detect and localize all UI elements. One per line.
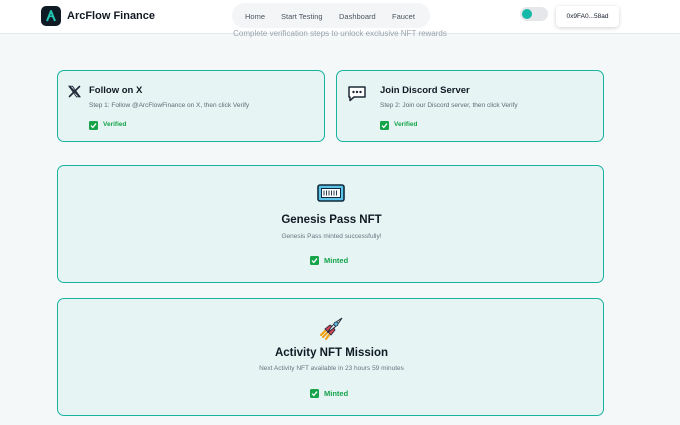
ticket-icon [316, 182, 346, 209]
check-icon [310, 389, 319, 398]
nft-title: Genesis Pass NFT [281, 214, 382, 226]
nav-start-testing[interactable]: Start Testing [281, 12, 323, 21]
nft-card-genesis-pass: Genesis Pass NFT Genesis Pass minted suc… [57, 165, 604, 283]
nav-faucet[interactable]: Faucet [392, 12, 415, 21]
logo-icon[interactable] [41, 6, 61, 26]
brand-name[interactable]: ArcFlow Finance [67, 10, 155, 22]
chat-bubble-icon [347, 85, 367, 107]
task-title: Join Discord Server [380, 85, 470, 96]
theme-toggle[interactable] [520, 7, 548, 21]
nft-status-text: Genesis Pass minted successfully! [281, 233, 382, 240]
nav-home[interactable]: Home [245, 12, 265, 21]
task-card-follow-x: Follow on X Step 1: Follow @ArcFlowFinan… [57, 70, 325, 142]
check-icon [380, 121, 389, 130]
task-card-join-discord: Join Discord Server Step 2: Join our Dis… [336, 70, 604, 142]
check-icon [310, 256, 319, 265]
nft-title: Activity NFT Mission [274, 347, 389, 359]
wallet-address-button[interactable]: 0x9FA0...58ad [556, 6, 619, 27]
task-title: Follow on X [89, 85, 143, 96]
minted-badge: Minted [310, 256, 370, 266]
task-description: Step 1: Follow @ArcFlowFinance on X, the… [89, 102, 250, 109]
minted-badge: Minted [310, 389, 370, 399]
verified-status: Verified [394, 121, 418, 128]
minted-label: Minted [324, 389, 349, 398]
nft-status-text: Next Activity NFT available in 23 hours … [259, 365, 404, 372]
verified-status: Verified [103, 121, 127, 128]
minted-label: Minted [324, 256, 349, 265]
x-logo-icon [68, 85, 81, 103]
nft-card-activity-mission: Activity NFT Mission Next Activity NFT a… [57, 298, 604, 416]
rocket-icon [318, 314, 346, 347]
nav-dashboard[interactable]: Dashboard [339, 12, 376, 21]
check-icon [89, 121, 98, 130]
toggle-knob [522, 9, 532, 19]
page-subtitle: Complete verification steps to unlock ex… [233, 29, 447, 38]
task-description: Step 2: Join our Discord server, then cl… [380, 102, 518, 109]
